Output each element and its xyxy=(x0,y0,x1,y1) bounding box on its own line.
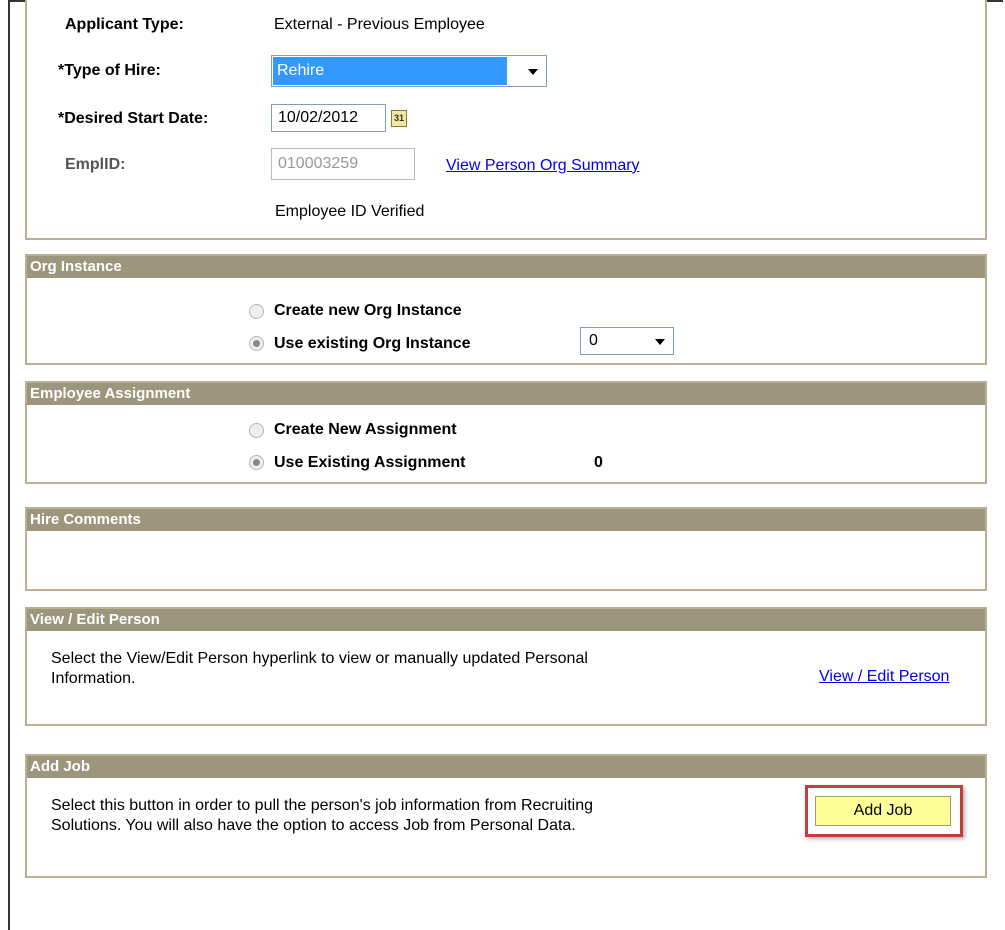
start-date-label: *Desired Start Date: xyxy=(58,110,209,127)
employee-assignment-header: Employee Assignment xyxy=(27,383,985,405)
hire-comments-header: Hire Comments xyxy=(27,509,985,531)
type-of-hire-selected: Rehire xyxy=(273,57,507,85)
type-of-hire-select[interactable]: Rehire xyxy=(271,55,547,87)
hire-comments-area[interactable] xyxy=(27,533,985,589)
view-edit-person-header: View / Edit Person xyxy=(27,609,985,631)
view-edit-person-text-line2: Information. xyxy=(51,670,136,687)
view-edit-person-text: Select the View/Edit Person hyperlink to… xyxy=(51,649,588,689)
view-edit-person-section: View / Edit Person Select the View/Edit … xyxy=(25,607,987,726)
emplid-label: EmplID: xyxy=(65,156,126,173)
employee-id-verified-text: Employee ID Verified xyxy=(275,203,425,220)
add-job-text-line2: Solutions. You will also have the option… xyxy=(51,817,576,834)
add-job-header: Add Job xyxy=(27,756,985,778)
create-new-assignment-label: Create New Assignment xyxy=(274,421,457,438)
type-of-hire-label: *Type of Hire: xyxy=(58,62,161,79)
create-new-org-instance-radio[interactable] xyxy=(249,304,264,319)
use-existing-assignment-radio[interactable] xyxy=(249,455,264,470)
emplid-input: 010003259 xyxy=(271,148,415,180)
calendar-icon[interactable]: 31 xyxy=(391,110,407,127)
view-person-org-summary-link[interactable]: View Person Org Summary xyxy=(446,157,640,175)
add-job-text-line1: Select this button in order to pull the … xyxy=(51,797,593,814)
employee-assignment-section: Employee Assignment Create New Assignmen… xyxy=(25,381,987,484)
add-job-section: Add Job Select this button in order to p… xyxy=(25,754,987,878)
view-edit-person-link[interactable]: View / Edit Person xyxy=(819,668,949,686)
add-job-text: Select this button in order to pull the … xyxy=(51,796,593,836)
use-existing-assignment-label: Use Existing Assignment xyxy=(274,454,466,471)
hire-comments-section: Hire Comments xyxy=(25,507,987,591)
add-job-button[interactable]: Add Job xyxy=(815,796,951,826)
use-existing-org-instance-radio[interactable] xyxy=(249,336,264,351)
add-job-button-highlight: Add Job xyxy=(805,785,963,837)
chevron-down-icon xyxy=(528,69,538,75)
org-instance-select[interactable]: 0 xyxy=(580,327,674,355)
applicant-type-value: External - Previous Employee xyxy=(274,16,485,33)
create-new-org-instance-label: Create new Org Instance xyxy=(274,302,462,319)
view-edit-person-text-line1: Select the View/Edit Person hyperlink to… xyxy=(51,650,588,667)
applicant-section: Applicant Type: External - Previous Empl… xyxy=(25,0,987,240)
create-new-assignment-radio[interactable] xyxy=(249,423,264,438)
use-existing-org-instance-label: Use existing Org Instance xyxy=(274,335,471,352)
org-instance-section: Org Instance Create new Org Instance Use… xyxy=(25,254,987,365)
chevron-down-icon xyxy=(655,339,665,345)
start-date-input[interactable]: 10/02/2012 xyxy=(271,104,386,132)
org-instance-selected: 0 xyxy=(589,332,598,349)
org-instance-header: Org Instance xyxy=(27,256,985,278)
existing-assignment-value: 0 xyxy=(594,454,603,471)
applicant-type-label: Applicant Type: xyxy=(65,16,184,33)
